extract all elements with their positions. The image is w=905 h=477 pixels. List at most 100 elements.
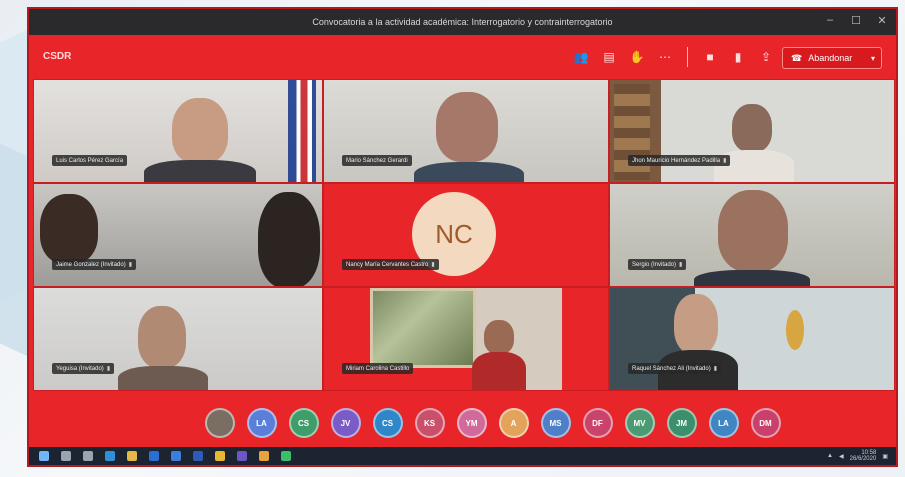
clock-date: 26/6/2020 [849, 456, 877, 462]
file-explorer-icon[interactable] [127, 451, 137, 461]
participant-avatar[interactable]: LA [708, 408, 739, 438]
app-icon[interactable] [171, 451, 181, 461]
mic-icon[interactable]: ▮ [728, 47, 748, 67]
participant-avatar[interactable]: JV [330, 408, 361, 438]
participant-nameplate: Jaime Gonzalez (Invitado) ▮ [52, 259, 137, 270]
chrome-icon[interactable] [259, 451, 269, 461]
toolbar-actions: 👥 ▤ ✋ ⋯ ■ ▮ ⇪ [571, 47, 776, 67]
participant-tile[interactable]: Sergio (Invitado) ▮ [609, 183, 895, 287]
participant-video [732, 104, 772, 152]
participant-video [436, 92, 498, 162]
maximize-icon[interactable]: ☐ [850, 14, 862, 27]
windows-taskbar: ▲ ◀ 10:58 26/6/2020 ▣ [29, 447, 896, 465]
participant-tile[interactable]: Jaime Gonzalez (Invitado) ▮ [33, 183, 323, 287]
participant-video [674, 294, 718, 354]
participant-video [484, 320, 514, 354]
window-title: Convocatoria a la actividad académica: I… [312, 17, 613, 27]
participant-avatar[interactable] [204, 408, 235, 438]
minimize-icon[interactable]: – [824, 14, 836, 27]
leave-label: Abandonar [808, 53, 853, 63]
background-window [370, 288, 476, 368]
participant-nameplate: Jhon Mauricio Hernández Padilla ▮ [628, 155, 731, 166]
title-bar: Convocatoria a la actividad académica: I… [29, 9, 896, 35]
mic-muted-icon: ▮ [431, 262, 435, 268]
participant-name: Mario Sánchez Gerardi [346, 157, 408, 164]
chevron-down-icon[interactable]: ▾ [871, 54, 875, 63]
participant-video [718, 190, 788, 272]
participant-avatar[interactable]: MS [540, 408, 571, 438]
participant-tile[interactable]: Luis Carlos Pérez García [33, 79, 323, 183]
notifications-icon[interactable]: ▣ [882, 453, 888, 460]
mic-muted-icon: ▮ [679, 262, 683, 268]
start-icon[interactable] [39, 451, 49, 461]
participant-avatar-strip: LA CS JV CS KS YM A MS DF MV JM LA DM [29, 393, 896, 453]
mic-muted-icon: ▮ [723, 158, 727, 164]
participant-tile[interactable]: Mario Sánchez Gerardi [323, 79, 609, 183]
camera-icon[interactable]: ■ [700, 47, 720, 67]
window-controls: – ☐ ✕ [824, 14, 888, 27]
participant-tile[interactable]: Jhon Mauricio Hernández Padilla ▮ [609, 79, 895, 183]
participant-video [138, 306, 186, 368]
search-icon[interactable] [61, 451, 71, 461]
leave-button[interactable]: ☎ Abandonar ▾ [782, 47, 882, 69]
participant-video [414, 162, 524, 182]
participant-name: Luis Carlos Pérez García [56, 157, 124, 164]
participant-name: Jhon Mauricio Hernández Padilla [632, 157, 721, 164]
participant-avatar[interactable]: JM [666, 408, 697, 438]
app-icon[interactable] [215, 451, 225, 461]
participant-avatar[interactable]: KS [414, 408, 445, 438]
participant-name: Sergio (Invitado) [632, 261, 677, 268]
share-icon[interactable]: ⇪ [756, 47, 776, 67]
participant-nameplate: Sergio (Invitado) ▮ [628, 259, 687, 270]
participant-video [258, 192, 320, 286]
spotify-icon[interactable] [281, 451, 291, 461]
participant-video [144, 160, 256, 182]
participant-nameplate: Luis Carlos Pérez García [52, 155, 128, 166]
close-icon[interactable]: ✕ [876, 14, 888, 27]
flag-decoration [288, 80, 316, 182]
participant-name: Yeguisa (Invitado) [56, 365, 104, 372]
volume-icon[interactable]: ◀ [839, 453, 844, 460]
chat-icon[interactable]: ▤ [599, 47, 619, 67]
video-grid: Luis Carlos Pérez García Mario Sánchez G… [33, 79, 895, 391]
mail-icon[interactable] [149, 451, 159, 461]
clock[interactable]: 10:58 26/6/2020 [850, 450, 877, 462]
participant-avatar[interactable]: MV [624, 408, 655, 438]
participant-video [40, 194, 98, 264]
more-icon[interactable]: ⋯ [655, 47, 675, 67]
participant-video [172, 98, 228, 164]
participant-avatar[interactable]: CS [372, 408, 403, 438]
task-view-icon[interactable] [83, 451, 93, 461]
teams-icon[interactable] [237, 451, 247, 461]
hand-icon[interactable]: ✋ [627, 47, 647, 67]
participant-name: Miriam Carolina Castillo [346, 365, 410, 372]
participant-name: Jaime Gonzalez (Invitado) [56, 261, 126, 268]
participant-avatar[interactable]: A [498, 408, 529, 438]
mic-muted-icon: ▮ [106, 366, 111, 372]
participant-tile[interactable]: Raquel Sánchez Ali (Invitado) ▮ [609, 287, 895, 391]
meeting-timer: CSDR [43, 51, 72, 62]
participant-avatar[interactable]: LA [246, 408, 277, 438]
people-icon[interactable]: 👥 [571, 47, 591, 67]
participant-avatar[interactable]: DF [582, 408, 613, 438]
phone-icon: ☎ [791, 52, 803, 63]
participant-avatar[interactable]: YM [456, 408, 487, 438]
participant-video [118, 366, 208, 390]
participant-name: Nancy María Cervantes Castro [346, 261, 429, 268]
participant-tile[interactable]: Yeguisa (Invitado) ▮ [33, 287, 323, 391]
participant-nameplate: Mario Sánchez Gerardi [342, 155, 412, 166]
edge-icon[interactable] [105, 451, 115, 461]
participant-nameplate: Raquel Sánchez Ali (Invitado) ▮ [628, 363, 722, 374]
participant-avatar[interactable]: DM [750, 408, 781, 438]
participant-avatar[interactable]: CS [288, 408, 319, 438]
teams-meeting-window: Convocatoria a la actividad académica: I… [27, 7, 898, 467]
participant-video [472, 352, 526, 390]
participant-tile[interactable]: NC Nancy María Cervantes Castro ▮ [323, 183, 609, 287]
word-icon[interactable] [193, 451, 203, 461]
participant-name: Raquel Sánchez Ali (Invitado) [632, 365, 711, 372]
mic-muted-icon: ▮ [128, 262, 133, 268]
participant-tile[interactable]: Miriam Carolina Castillo [323, 287, 609, 391]
participant-nameplate: Miriam Carolina Castillo [342, 363, 414, 374]
plant-decoration [786, 310, 804, 350]
wifi-icon[interactable]: ▲ [827, 453, 833, 459]
